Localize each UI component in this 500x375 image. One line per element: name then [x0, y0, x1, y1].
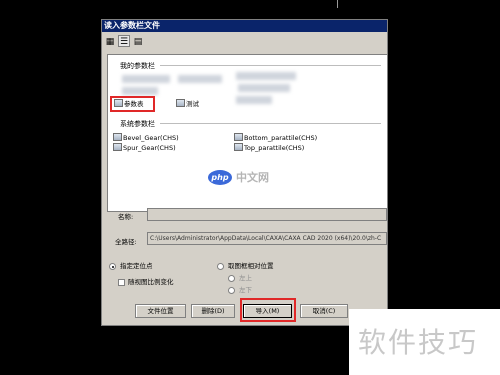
item-label: Top_parattile(CHS) [244, 144, 305, 152]
relative-position-radio[interactable] [217, 263, 224, 270]
blurred-item [122, 75, 170, 83]
full-path-label: 全路径: [115, 238, 137, 246]
item-label: Bottom_parattile(CHS) [244, 134, 318, 142]
highlight-box [240, 298, 296, 322]
blurred-item [178, 75, 222, 83]
system-parameter-item[interactable]: Spur_Gear(CHS) [113, 143, 176, 153]
specified-point-label: 指定定位点 [120, 262, 153, 270]
load-parameter-dialog: 读入参数栏文件 ▦ ☰ ▤ 我的参数栏 参数表 测试 系统参数栏 Bevel_G… [101, 19, 388, 326]
parameter-list-panel: 我的参数栏 参数表 测试 系统参数栏 Bevel_Gear(CHS) Botto… [107, 54, 388, 212]
name-label: 名称: [118, 213, 134, 221]
system-parameter-item[interactable]: Bevel_Gear(CHS) [113, 133, 179, 143]
system-parameter-item[interactable]: Bottom_parattile(CHS) [234, 133, 317, 143]
window-title: 读入参数栏文件 [104, 21, 160, 30]
delete-button[interactable]: 删除(D) [191, 304, 235, 318]
title-bar[interactable]: 读入参数栏文件 [102, 20, 387, 32]
item-label: Spur_Gear(CHS) [123, 144, 176, 152]
full-path-field[interactable]: C:\Users\Administrator\AppData\Local\CAX… [147, 232, 387, 245]
group-divider [160, 123, 381, 124]
cancel-button[interactable]: 取消(C) [300, 304, 348, 318]
desktop-divider [337, 0, 338, 8]
name-field[interactable] [147, 208, 387, 221]
large-icons-view-icon[interactable]: ▦ [104, 35, 116, 47]
blurred-item [122, 87, 158, 95]
parameter-file-icon [113, 143, 122, 151]
blurred-item [236, 96, 272, 104]
watermark-text: 中文网 [236, 171, 269, 184]
left-top-radio[interactable] [228, 275, 235, 282]
left-top-label: 左上 [239, 274, 252, 282]
watermark-logo: php [208, 170, 232, 185]
highlight-box [110, 96, 155, 112]
item-label: 测试 [186, 100, 199, 108]
relative-position-label: 取图框相对位置 [228, 262, 274, 270]
file-location-button[interactable]: 文件位置 [135, 304, 186, 318]
blurred-item [238, 84, 290, 92]
follow-scale-label: 随视图比例变化 [128, 278, 174, 286]
list-view-icon[interactable]: ☰ [118, 35, 130, 47]
parameter-file-icon [176, 99, 185, 107]
left-bottom-radio[interactable] [228, 287, 235, 294]
my-parameters-group-label: 我的参数栏 [120, 62, 155, 70]
my-parameter-item[interactable]: 测试 [176, 99, 199, 109]
parameter-file-icon [234, 133, 243, 141]
parameter-file-icon [234, 143, 243, 151]
corner-watermark-text: 软件技巧 [358, 326, 479, 359]
system-parameters-group-label: 系统参数栏 [120, 120, 155, 128]
left-bottom-label: 左下 [239, 286, 252, 294]
specified-point-radio[interactable] [109, 263, 116, 270]
item-label: Bevel_Gear(CHS) [123, 134, 179, 142]
corner-watermark: 软件技巧 [349, 309, 500, 375]
parameter-file-icon [113, 133, 122, 141]
follow-scale-checkbox[interactable] [118, 279, 125, 286]
details-view-icon[interactable]: ▤ [132, 35, 144, 47]
blurred-item [236, 72, 296, 80]
group-divider [160, 65, 381, 66]
system-parameter-item[interactable]: Top_parattile(CHS) [234, 143, 304, 153]
